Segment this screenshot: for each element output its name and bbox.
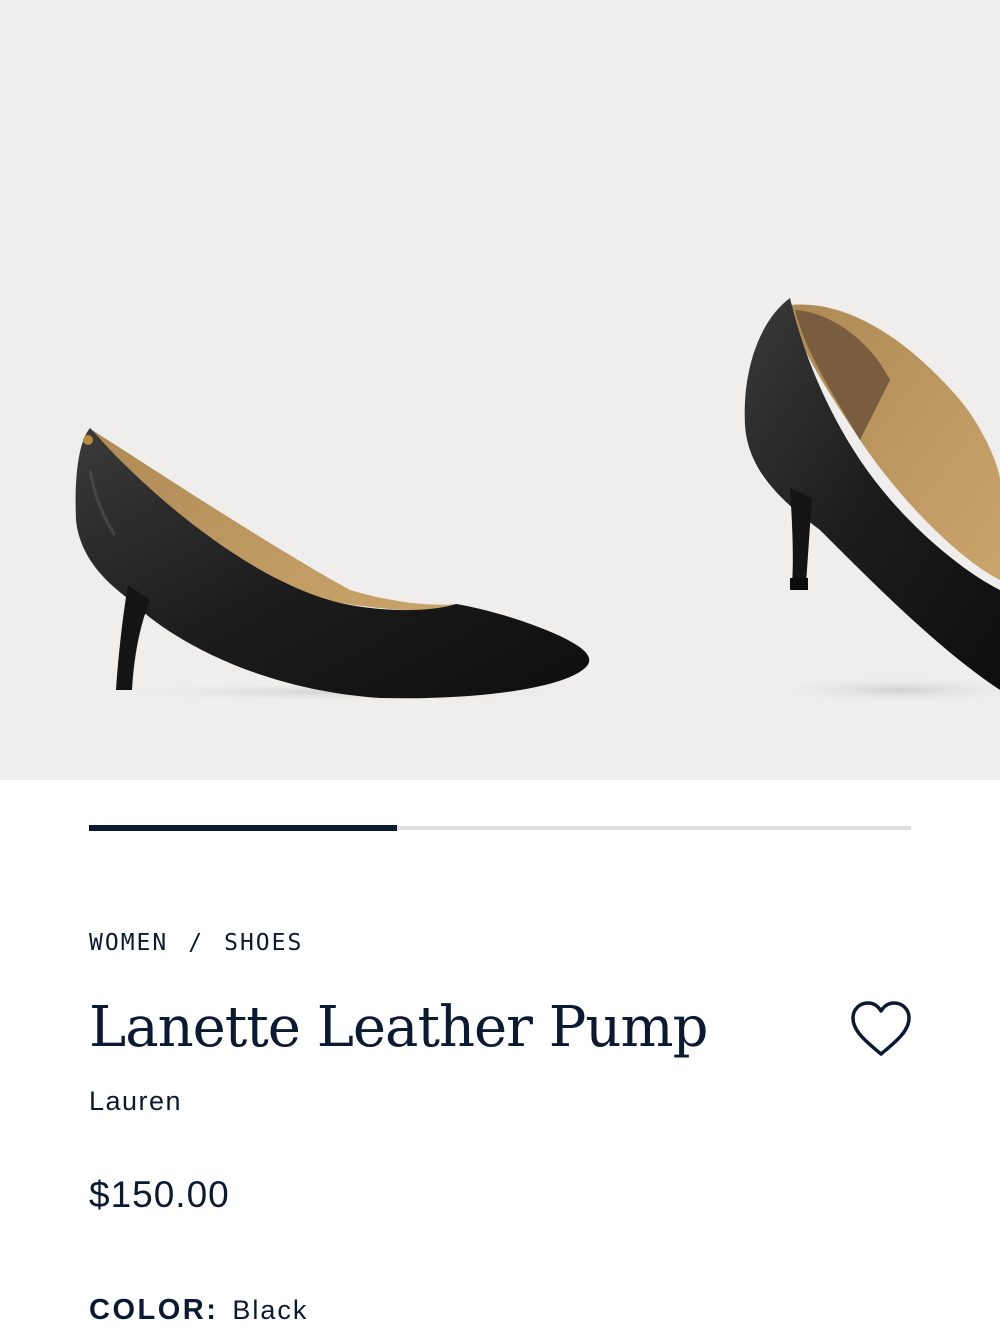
breadcrumb-separator: / <box>188 930 205 956</box>
color-selector: COLOR: Black <box>89 1294 308 1327</box>
gallery-progress-bar[interactable] <box>89 825 911 831</box>
breadcrumb-shoes[interactable]: SHOES <box>224 930 303 956</box>
breadcrumb-women[interactable]: WOMEN <box>89 930 168 956</box>
shoe-side-view-image <box>75 428 600 702</box>
breadcrumb: WOMEN / SHOES <box>89 930 303 956</box>
product-title: Lanette Leather Pump <box>89 995 708 1060</box>
favorite-button[interactable] <box>848 998 914 1060</box>
product-price: $150.00 <box>89 1174 230 1215</box>
shoe-three-quarter-view-image <box>744 298 1000 704</box>
product-brand: Lauren <box>89 1086 183 1116</box>
color-value: Black <box>232 1295 309 1325</box>
color-label: COLOR: <box>89 1294 219 1326</box>
progress-fill <box>89 825 398 831</box>
product-image-gallery[interactable] <box>0 0 1000 780</box>
heart-icon <box>851 1001 911 1056</box>
